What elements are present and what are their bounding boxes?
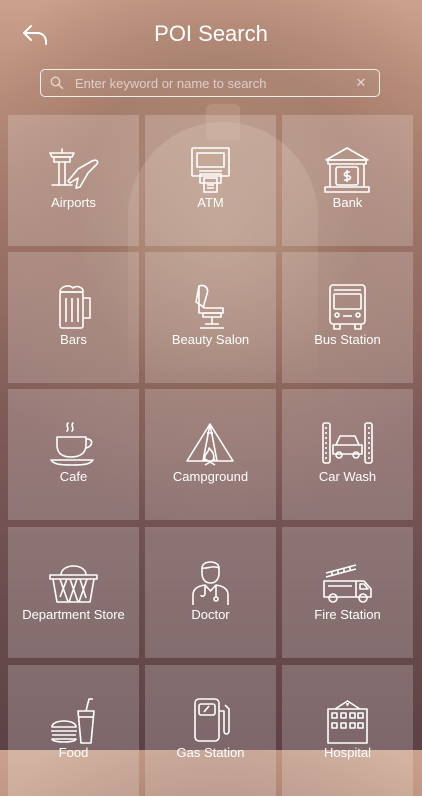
category-label: Beauty Salon <box>171 332 250 347</box>
search-icon <box>50 76 64 90</box>
page-title: POI Search <box>154 21 268 46</box>
category-label: Fire Station <box>314 607 381 622</box>
header-bar: POI Search <box>0 0 422 68</box>
category-tile-bars[interactable]: Bars <box>8 252 139 383</box>
category-tile-beauty-salon[interactable]: Beauty Salon <box>145 252 276 383</box>
car-wash-icon <box>322 422 373 464</box>
category-tile-hospital[interactable]: Hospital <box>282 665 413 796</box>
category-tile-bus-station[interactable]: Bus Station <box>282 252 413 383</box>
category-label: Gas Station <box>176 745 245 760</box>
category-label: Hospital <box>324 745 371 760</box>
category-tile-fire-station[interactable]: Fire Station <box>282 527 413 658</box>
category-label: ATM <box>197 195 224 210</box>
category-tile-cafe[interactable]: Cafe <box>8 389 139 520</box>
fire-truck-icon <box>323 564 372 603</box>
category-label: Food <box>58 745 89 760</box>
category-label: Car Wash <box>318 469 377 484</box>
category-label: Department Store <box>22 607 125 622</box>
fast-food-icon <box>51 698 95 744</box>
category-tile-atm[interactable]: ATM <box>145 115 276 246</box>
category-tile-bank[interactable]: Bank <box>282 115 413 246</box>
tent-icon <box>186 423 234 466</box>
category-label: Bus Station <box>314 332 381 347</box>
category-tile-car-wash[interactable]: Car Wash <box>282 389 413 520</box>
basket-icon <box>49 565 98 603</box>
back-button[interactable] <box>20 20 52 50</box>
category-label: Campground <box>172 469 249 484</box>
salon-chair-icon <box>195 284 224 329</box>
back-arrow-icon <box>23 25 47 45</box>
category-tile-campground[interactable]: Campground <box>145 389 276 520</box>
bank-icon <box>324 147 370 193</box>
search-input[interactable] <box>75 70 345 96</box>
category-tile-food[interactable]: Food <box>8 665 139 796</box>
category-label: Bars <box>60 332 87 347</box>
beer-mug-icon <box>59 285 91 329</box>
coffee-cup-icon <box>50 422 94 466</box>
category-label: Bank <box>332 195 363 210</box>
atm-icon <box>191 147 230 193</box>
category-label: Doctor <box>191 607 230 622</box>
hospital-icon <box>327 700 368 744</box>
category-tile-gas-station[interactable]: Gas Station <box>145 665 276 796</box>
category-label: Cafe <box>59 469 88 484</box>
category-tile-department-store[interactable]: Department Store <box>8 527 139 658</box>
airport-icon <box>49 148 99 189</box>
category-tile-airports[interactable]: Airports <box>8 115 139 246</box>
bus-icon <box>329 284 366 330</box>
category-tile-doctor[interactable]: Doctor <box>145 527 276 658</box>
gas-pump-icon <box>194 698 230 742</box>
clear-icon[interactable]: ✕ <box>353 75 369 91</box>
search-bar: ✕ <box>40 69 380 97</box>
doctor-icon <box>192 561 229 605</box>
category-label: Airports <box>51 195 96 210</box>
